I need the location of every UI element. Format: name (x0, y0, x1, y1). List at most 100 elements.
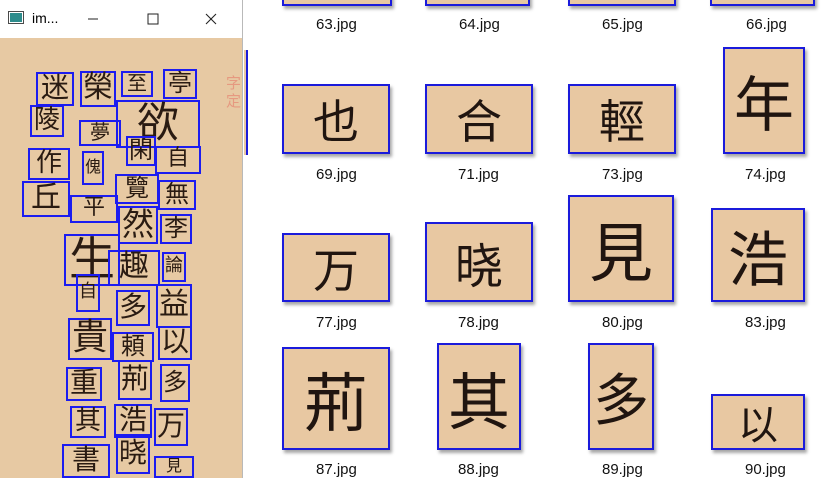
calligraphy-character: 然 (122, 205, 155, 243)
close-button[interactable] (188, 0, 234, 38)
thumbnail-character: 輕 (599, 95, 645, 149)
thumbnail-character: 也 (313, 95, 359, 149)
thumbnail-label: 87.jpg (316, 461, 357, 478)
calligraphy-character: 夢 (90, 120, 110, 144)
seal-stamp: 字定 (226, 74, 242, 110)
calligraphy-character: 自 (167, 146, 190, 171)
detection-box: 多 (116, 290, 150, 326)
detection-box: 李 (160, 214, 192, 244)
thumbnail-character: 浩 (728, 225, 788, 296)
thumbnail-image: 以 (711, 394, 805, 450)
calligraphy-character: 李 (164, 214, 188, 242)
detection-box: 榮 (80, 71, 116, 107)
thumbnail-character: 多 (593, 369, 649, 434)
thumbnail-label: 78.jpg (458, 314, 499, 331)
calligraphy-character: 傀 (85, 157, 102, 176)
thumbnail-image (710, 0, 815, 6)
calligraphy-character: 書 (72, 443, 101, 476)
calligraphy-image: 迷榮至亭陵欲夢閑作傀自丘覽無平然李生趣論自多益貴頼以重荊多其浩万書晓見字定 (0, 38, 242, 478)
thumbnail-image (282, 0, 392, 6)
thumbnail-66[interactable]: 66.jpg (710, 0, 820, 40)
detection-box: 見 (154, 456, 194, 478)
calligraphy-character: 頼 (121, 332, 145, 360)
thumbnail-image: 荊 (282, 347, 390, 450)
detection-box: 益 (156, 284, 192, 328)
detection-box: 自 (76, 274, 100, 312)
maximize-button[interactable] (130, 0, 176, 38)
detection-box: 亭 (163, 69, 197, 99)
thumbnail-63[interactable]: 63.jpg (282, 0, 392, 40)
calligraphy-character: 作 (36, 148, 63, 178)
thumbnail-label: 64.jpg (459, 16, 500, 33)
thumbnail-label: 66.jpg (746, 16, 787, 33)
thumbnail-edge (244, 50, 248, 155)
calligraphy-character: 迷 (41, 71, 70, 104)
app-icon (8, 11, 24, 24)
thumbnail-image: 輕 (568, 84, 676, 154)
minimize-button[interactable] (70, 0, 116, 38)
thumbnail-label: 71.jpg (458, 166, 499, 183)
detection-box: 閑 (126, 136, 156, 166)
thumbnail-label: 65.jpg (602, 16, 643, 33)
thumbnail-label: 88.jpg (458, 461, 499, 478)
calligraphy-character: 無 (165, 180, 189, 208)
detection-box: 趣 (108, 250, 160, 286)
image-window[interactable]: im... 迷榮至亭陵欲夢閑作傀自丘覽無平然李生趣論自多益貴頼以重荊多其浩万書晓… (0, 0, 243, 478)
thumbnail-label: 80.jpg (602, 314, 643, 331)
detection-box: 覽 (115, 174, 159, 204)
thumbnail-character: 年 (734, 71, 794, 141)
detection-box: 多 (160, 364, 190, 402)
thumbnail-image: 其 (437, 343, 521, 450)
close-icon (205, 13, 217, 25)
thumbnail-image: 合 (425, 84, 533, 154)
calligraphy-character: 榮 (83, 70, 113, 105)
detection-box: 丘 (22, 181, 70, 217)
calligraphy-character: 趣 (119, 249, 149, 284)
thumbnail-character: 合 (456, 95, 502, 149)
detection-box: 平 (70, 195, 118, 223)
minimize-icon (88, 18, 98, 20)
thumbnail-label: 63.jpg (316, 16, 357, 33)
thumbnail-character: 晓 (454, 239, 503, 295)
calligraphy-character: 陵 (34, 105, 61, 135)
calligraphy-character: 万 (157, 409, 186, 442)
calligraphy-character: 其 (75, 406, 102, 436)
thumbnail-label: 83.jpg (745, 314, 786, 331)
detection-box: 夢 (79, 120, 121, 146)
detection-box: 浩 (114, 404, 152, 438)
calligraphy-character: 浩 (119, 403, 148, 436)
calligraphy-character: 晓 (119, 436, 148, 469)
thumbnail-image: 年 (723, 47, 805, 154)
calligraphy-character: 覽 (125, 174, 149, 202)
thumbnail-64[interactable]: 64.jpg (425, 0, 535, 40)
detection-box: 迷 (36, 72, 74, 106)
calligraphy-character: 亭 (168, 69, 192, 97)
detection-box: 書 (62, 444, 110, 478)
thumbnail-image (425, 0, 530, 6)
window-title: im... (32, 10, 59, 26)
thumbnail-label: 73.jpg (602, 166, 643, 183)
thumbnail-character: 見 (589, 217, 653, 292)
calligraphy-character: 平 (83, 195, 106, 220)
detection-box: 陵 (30, 105, 64, 137)
thumbnail-image: 多 (588, 343, 654, 450)
detection-box: 至 (121, 71, 153, 97)
thumbnail-label: 69.jpg (316, 166, 357, 183)
thumbnail-65[interactable]: 65.jpg (568, 0, 678, 40)
detection-box: 万 (154, 408, 188, 446)
calligraphy-character: 自 (79, 281, 97, 302)
calligraphy-character: 多 (119, 290, 148, 323)
detection-box: 論 (162, 252, 186, 282)
thumbnail-image (568, 0, 676, 6)
detection-box: 無 (158, 180, 196, 210)
window-titlebar[interactable]: im... (0, 0, 242, 38)
calligraphy-character: 至 (127, 71, 147, 95)
thumbnail-label: 77.jpg (316, 314, 357, 331)
thumbnail-character: 以 (738, 403, 778, 449)
maximize-icon (147, 13, 159, 25)
calligraphy-character: 閑 (129, 136, 153, 164)
detection-box: 貴 (68, 318, 112, 360)
thumbnail-label: 74.jpg (745, 166, 786, 183)
calligraphy-character: 益 (159, 287, 189, 322)
detection-box: 重 (66, 367, 102, 401)
